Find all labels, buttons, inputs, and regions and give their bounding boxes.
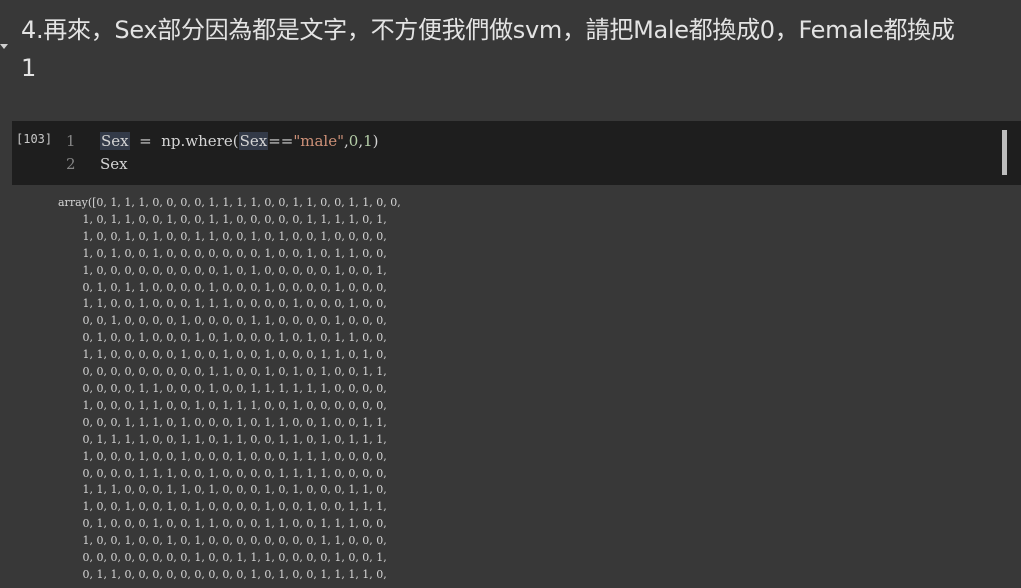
code-token-number: 0 — [348, 132, 359, 150]
output-line: 1, 0, 0, 1, 0, 0, 1, 0, 1, 0, 0, 0, 0, 1… — [58, 500, 387, 514]
output-line: 1, 0, 0, 0, 1, 1, 0, 0, 1, 0, 1, 1, 1, 0… — [58, 398, 387, 412]
output-line: 0, 0, 0, 0, 1, 1, 0, 0, 0, 1, 0, 0, 1, 1… — [58, 381, 387, 395]
output-line: 1, 0, 0, 0, 0, 0, 0, 0, 0, 0, 1, 0, 1, 0… — [58, 263, 387, 277]
markdown-cell: 4.再來，Sex部分因為都是文字，不方便我們做svm，請把Male都換成0，Fe… — [0, 0, 1021, 110]
output-line: 1, 0, 0, 0, 1, 0, 0, 1, 0, 0, 0, 1, 0, 0… — [58, 449, 387, 463]
output-line: 0, 0, 0, 0, 1, 1, 1, 0, 0, 1, 0, 0, 0, 0… — [58, 466, 387, 480]
output-line: 1, 0, 0, 1, 0, 1, 0, 0, 1, 1, 0, 0, 1, 0… — [58, 229, 387, 243]
output-line: 0, 0, 1, 0, 0, 0, 0, 1, 0, 0, 0, 0, 1, 1… — [58, 314, 387, 328]
output-line: 1, 1, 1, 0, 0, 0, 1, 1, 0, 1, 0, 0, 0, 1… — [58, 483, 387, 497]
code-token-op: == — [268, 132, 294, 150]
output-line: 0, 1, 0, 1, 1, 0, 0, 0, 0, 1, 0, 0, 0, 1… — [58, 280, 387, 294]
code-token-op: = — [129, 132, 162, 150]
markdown-line-2: 1 — [21, 54, 36, 82]
execution-count: [103] — [16, 132, 53, 146]
output-line: 1, 0, 0, 1, 0, 0, 1, 0, 1, 0, 0, 0, 0, 0… — [58, 534, 387, 548]
code-line-1: 1 Sex = np.where(Sex=="male",0,1) — [66, 130, 379, 153]
line-number: 2 — [66, 155, 76, 173]
output-line: 0, 1, 1, 1, 1, 0, 0, 1, 1, 0, 1, 1, 0, 0… — [58, 432, 387, 446]
output-line: 0, 0, 0, 1, 1, 1, 0, 1, 0, 0, 0, 1, 0, 1… — [58, 415, 387, 429]
output-line: 0, 0, 0, 0, 0, 0, 0, 0, 0, 1, 1, 0, 0, 1… — [58, 365, 387, 379]
code-token-call: np.where( — [161, 132, 239, 150]
output-line: 1, 0, 1, 1, 0, 0, 1, 0, 0, 1, 1, 0, 0, 0… — [58, 212, 387, 226]
code-token-var: Sex — [100, 155, 128, 173]
code-line-2: 2 Sex — [66, 153, 379, 176]
code-token-paren: ) — [372, 132, 379, 150]
code-cell[interactable]: [103] 1 Sex = np.where(Sex=="male",0,1) 2… — [12, 121, 1021, 185]
output-line: 1, 1, 0, 0, 0, 0, 0, 1, 0, 0, 1, 0, 0, 1… — [58, 348, 387, 362]
output-line: 0, 1, 0, 0, 1, 0, 0, 0, 1, 0, 1, 0, 0, 0… — [58, 331, 387, 345]
code-editor[interactable]: 1 Sex = np.where(Sex=="male",0,1) 2 Sex — [66, 130, 379, 176]
output-line: 0, 1, 1, 0, 0, 0, 0, 0, 0, 0, 0, 0, 1, 0… — [58, 567, 387, 581]
cell-scrollbar[interactable] — [1002, 130, 1007, 175]
output-line: 0, 0, 0, 0, 0, 0, 0, 0, 1, 0, 0, 1, 1, 1… — [58, 551, 387, 565]
output-line: array([0, 1, 1, 1, 0, 0, 0, 0, 1, 1, 1, … — [58, 196, 401, 209]
line-number: 1 — [66, 132, 76, 150]
code-token-number: 1 — [363, 132, 373, 150]
cell-output: array([0, 1, 1, 1, 0, 0, 0, 0, 1, 1, 1, … — [58, 195, 401, 584]
markdown-text: 4.再來，Sex部分因為都是文字，不方便我們做svm，請把Male都換成0，Fe… — [21, 11, 1021, 87]
collapse-section-icon[interactable] — [0, 44, 8, 49]
output-line: 0, 1, 0, 0, 0, 1, 0, 0, 1, 1, 0, 0, 0, 1… — [58, 517, 387, 531]
output-line: 1, 0, 1, 0, 0, 1, 0, 0, 0, 0, 0, 0, 0, 1… — [58, 246, 387, 260]
code-token-var: Sex — [100, 132, 130, 150]
code-token-string: "male" — [293, 132, 344, 150]
code-token-var: Sex — [238, 132, 269, 150]
markdown-line-1: 4.再來，Sex部分因為都是文字，不方便我們做svm，請把Male都換成0，Fe… — [21, 16, 955, 44]
output-line: 1, 1, 0, 0, 1, 0, 0, 0, 1, 1, 1, 0, 0, 0… — [58, 297, 387, 311]
